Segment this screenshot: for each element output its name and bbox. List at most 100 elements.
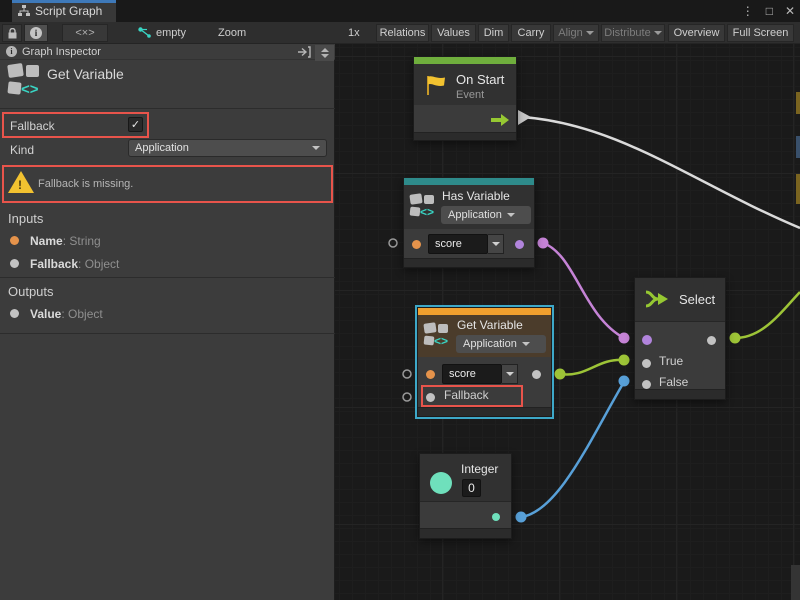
- lock-icon: [8, 28, 17, 39]
- connector-dot-blue[interactable]: [516, 512, 527, 523]
- graph-ref-label: empty: [156, 27, 186, 39]
- connector-dot-blue[interactable]: [619, 376, 630, 387]
- select-icon: [644, 288, 670, 310]
- get-variable-strip: [418, 308, 551, 315]
- node-title: Integer: [461, 462, 498, 476]
- window-menu-icon[interactable]: ⋮: [739, 4, 757, 18]
- fallback-highlight-box: [2, 112, 149, 138]
- variable-kind-dropdown[interactable]: Application: [456, 335, 546, 353]
- input-row-fallback: Fallback: Object: [30, 257, 119, 271]
- tab-script-graph[interactable]: Script Graph: [12, 0, 116, 22]
- dock-panel-icon[interactable]: [297, 46, 311, 58]
- inspector-unit-title: Get Variable: [47, 66, 124, 82]
- overview-button[interactable]: Overview: [668, 24, 725, 42]
- relations-button[interactable]: Relations: [376, 24, 429, 42]
- selection-output-port[interactable]: [707, 336, 716, 345]
- graph-canvas[interactable]: On Start Event: [335, 44, 800, 600]
- graph-reference[interactable]: empty: [138, 24, 186, 42]
- wire-select-out[interactable]: [735, 292, 800, 338]
- inspector-spinner[interactable]: [315, 45, 334, 61]
- node-select[interactable]: Select True False: [634, 277, 726, 400]
- zoom-value: 1x: [348, 24, 360, 42]
- chevron-down-icon: [522, 342, 530, 346]
- node-integer[interactable]: Integer 0: [419, 453, 512, 539]
- distribute-button[interactable]: Distribute: [601, 24, 665, 42]
- chevron-down-icon: [312, 146, 320, 150]
- dim-button[interactable]: Dim: [478, 24, 509, 42]
- clipped-node-edge: [796, 174, 800, 204]
- chevron-down-icon: [654, 31, 662, 35]
- align-button[interactable]: Align: [553, 24, 599, 42]
- variable-kind-dropdown[interactable]: Application: [441, 206, 531, 224]
- unconnected-ring[interactable]: [389, 239, 397, 247]
- clipped-panel-corner: [791, 565, 800, 600]
- condition-input-port[interactable]: [642, 335, 652, 345]
- wire-getvariable-to-true[interactable]: [560, 360, 624, 375]
- info-icon: i: [6, 46, 17, 57]
- graph-inspector-panel: i Graph Inspector <> Get Variable: [0, 44, 335, 600]
- node-on-start[interactable]: On Start Event: [413, 56, 517, 141]
- false-port-label: False: [659, 375, 688, 389]
- graph-inspector-title: Graph Inspector: [22, 46, 101, 58]
- unconnected-ring[interactable]: [403, 370, 411, 378]
- connector-dot-green[interactable]: [730, 333, 741, 344]
- maximize-icon[interactable]: □: [763, 4, 776, 18]
- warning-text: Fallback is missing.: [38, 178, 133, 190]
- code-icon: <×>: [75, 27, 94, 39]
- tab-label: Script Graph: [35, 4, 102, 18]
- kind-dropdown[interactable]: Application: [128, 139, 327, 157]
- clipped-node-edge: [796, 136, 800, 158]
- kind-field-label: Kind: [10, 143, 34, 157]
- false-input-port[interactable]: [642, 380, 651, 389]
- chevron-down-icon: [507, 213, 515, 217]
- connector-dot-purple[interactable]: [538, 238, 549, 249]
- flow-output-port[interactable]: [490, 113, 510, 127]
- flag-icon: [423, 73, 449, 97]
- node-title: Has Variable: [442, 189, 510, 203]
- graph-inspector-header: i Graph Inspector: [0, 44, 335, 60]
- script-graph-icon: [18, 5, 30, 17]
- name-input-port[interactable]: [426, 370, 435, 379]
- connector-dot-purple[interactable]: [619, 333, 630, 344]
- code-preview-button[interactable]: <×>: [62, 24, 108, 42]
- node-title: Select: [679, 292, 715, 307]
- wire-onstart-out[interactable]: [522, 117, 800, 228]
- variable-picker-button[interactable]: [502, 364, 518, 384]
- inspector-toggle-button[interactable]: i: [24, 24, 48, 42]
- node-has-variable[interactable]: <> Has Variable Application score: [403, 177, 535, 268]
- variable-strip: [404, 178, 534, 185]
- integer-output-port[interactable]: [492, 513, 500, 521]
- node-get-variable[interactable]: <> Get Variable Application score: [417, 307, 552, 417]
- values-button[interactable]: Values: [431, 24, 476, 42]
- port-dot-gray: [10, 259, 19, 268]
- connector-dot-green[interactable]: [619, 355, 630, 366]
- close-icon[interactable]: ✕: [782, 4, 798, 18]
- inputs-section-title: Inputs: [8, 211, 43, 226]
- connector-dot-green[interactable]: [555, 369, 566, 380]
- chevron-down-icon: [586, 31, 594, 35]
- integer-icon: [430, 472, 452, 494]
- carry-button[interactable]: Carry: [511, 24, 551, 42]
- wire-hasvariable-to-select[interactable]: [543, 243, 624, 338]
- graph-ref-icon: [138, 27, 152, 39]
- info-icon: i: [30, 27, 42, 39]
- variable-icon: <>: [424, 322, 452, 350]
- unconnected-ring[interactable]: [403, 393, 411, 401]
- flow-arrow-connector: [518, 110, 531, 125]
- port-dot-gray: [10, 309, 19, 318]
- output-row-value: Value: Object: [30, 307, 103, 321]
- variable-icon: <>: [410, 193, 438, 221]
- event-strip: [414, 57, 516, 64]
- fullscreen-button[interactable]: Full Screen: [727, 24, 794, 42]
- lock-button[interactable]: [2, 24, 22, 42]
- variable-name-field[interactable]: score: [428, 234, 504, 254]
- name-input-port[interactable]: [412, 240, 421, 249]
- result-output-port[interactable]: [515, 240, 524, 249]
- integer-value-field[interactable]: 0: [462, 479, 481, 497]
- input-row-name: Name: String: [30, 234, 101, 248]
- variable-name-field[interactable]: score: [442, 364, 518, 384]
- value-output-port[interactable]: [532, 370, 541, 379]
- true-input-port[interactable]: [642, 359, 651, 368]
- variable-picker-button[interactable]: [488, 234, 504, 254]
- tab-accent: [12, 0, 116, 3]
